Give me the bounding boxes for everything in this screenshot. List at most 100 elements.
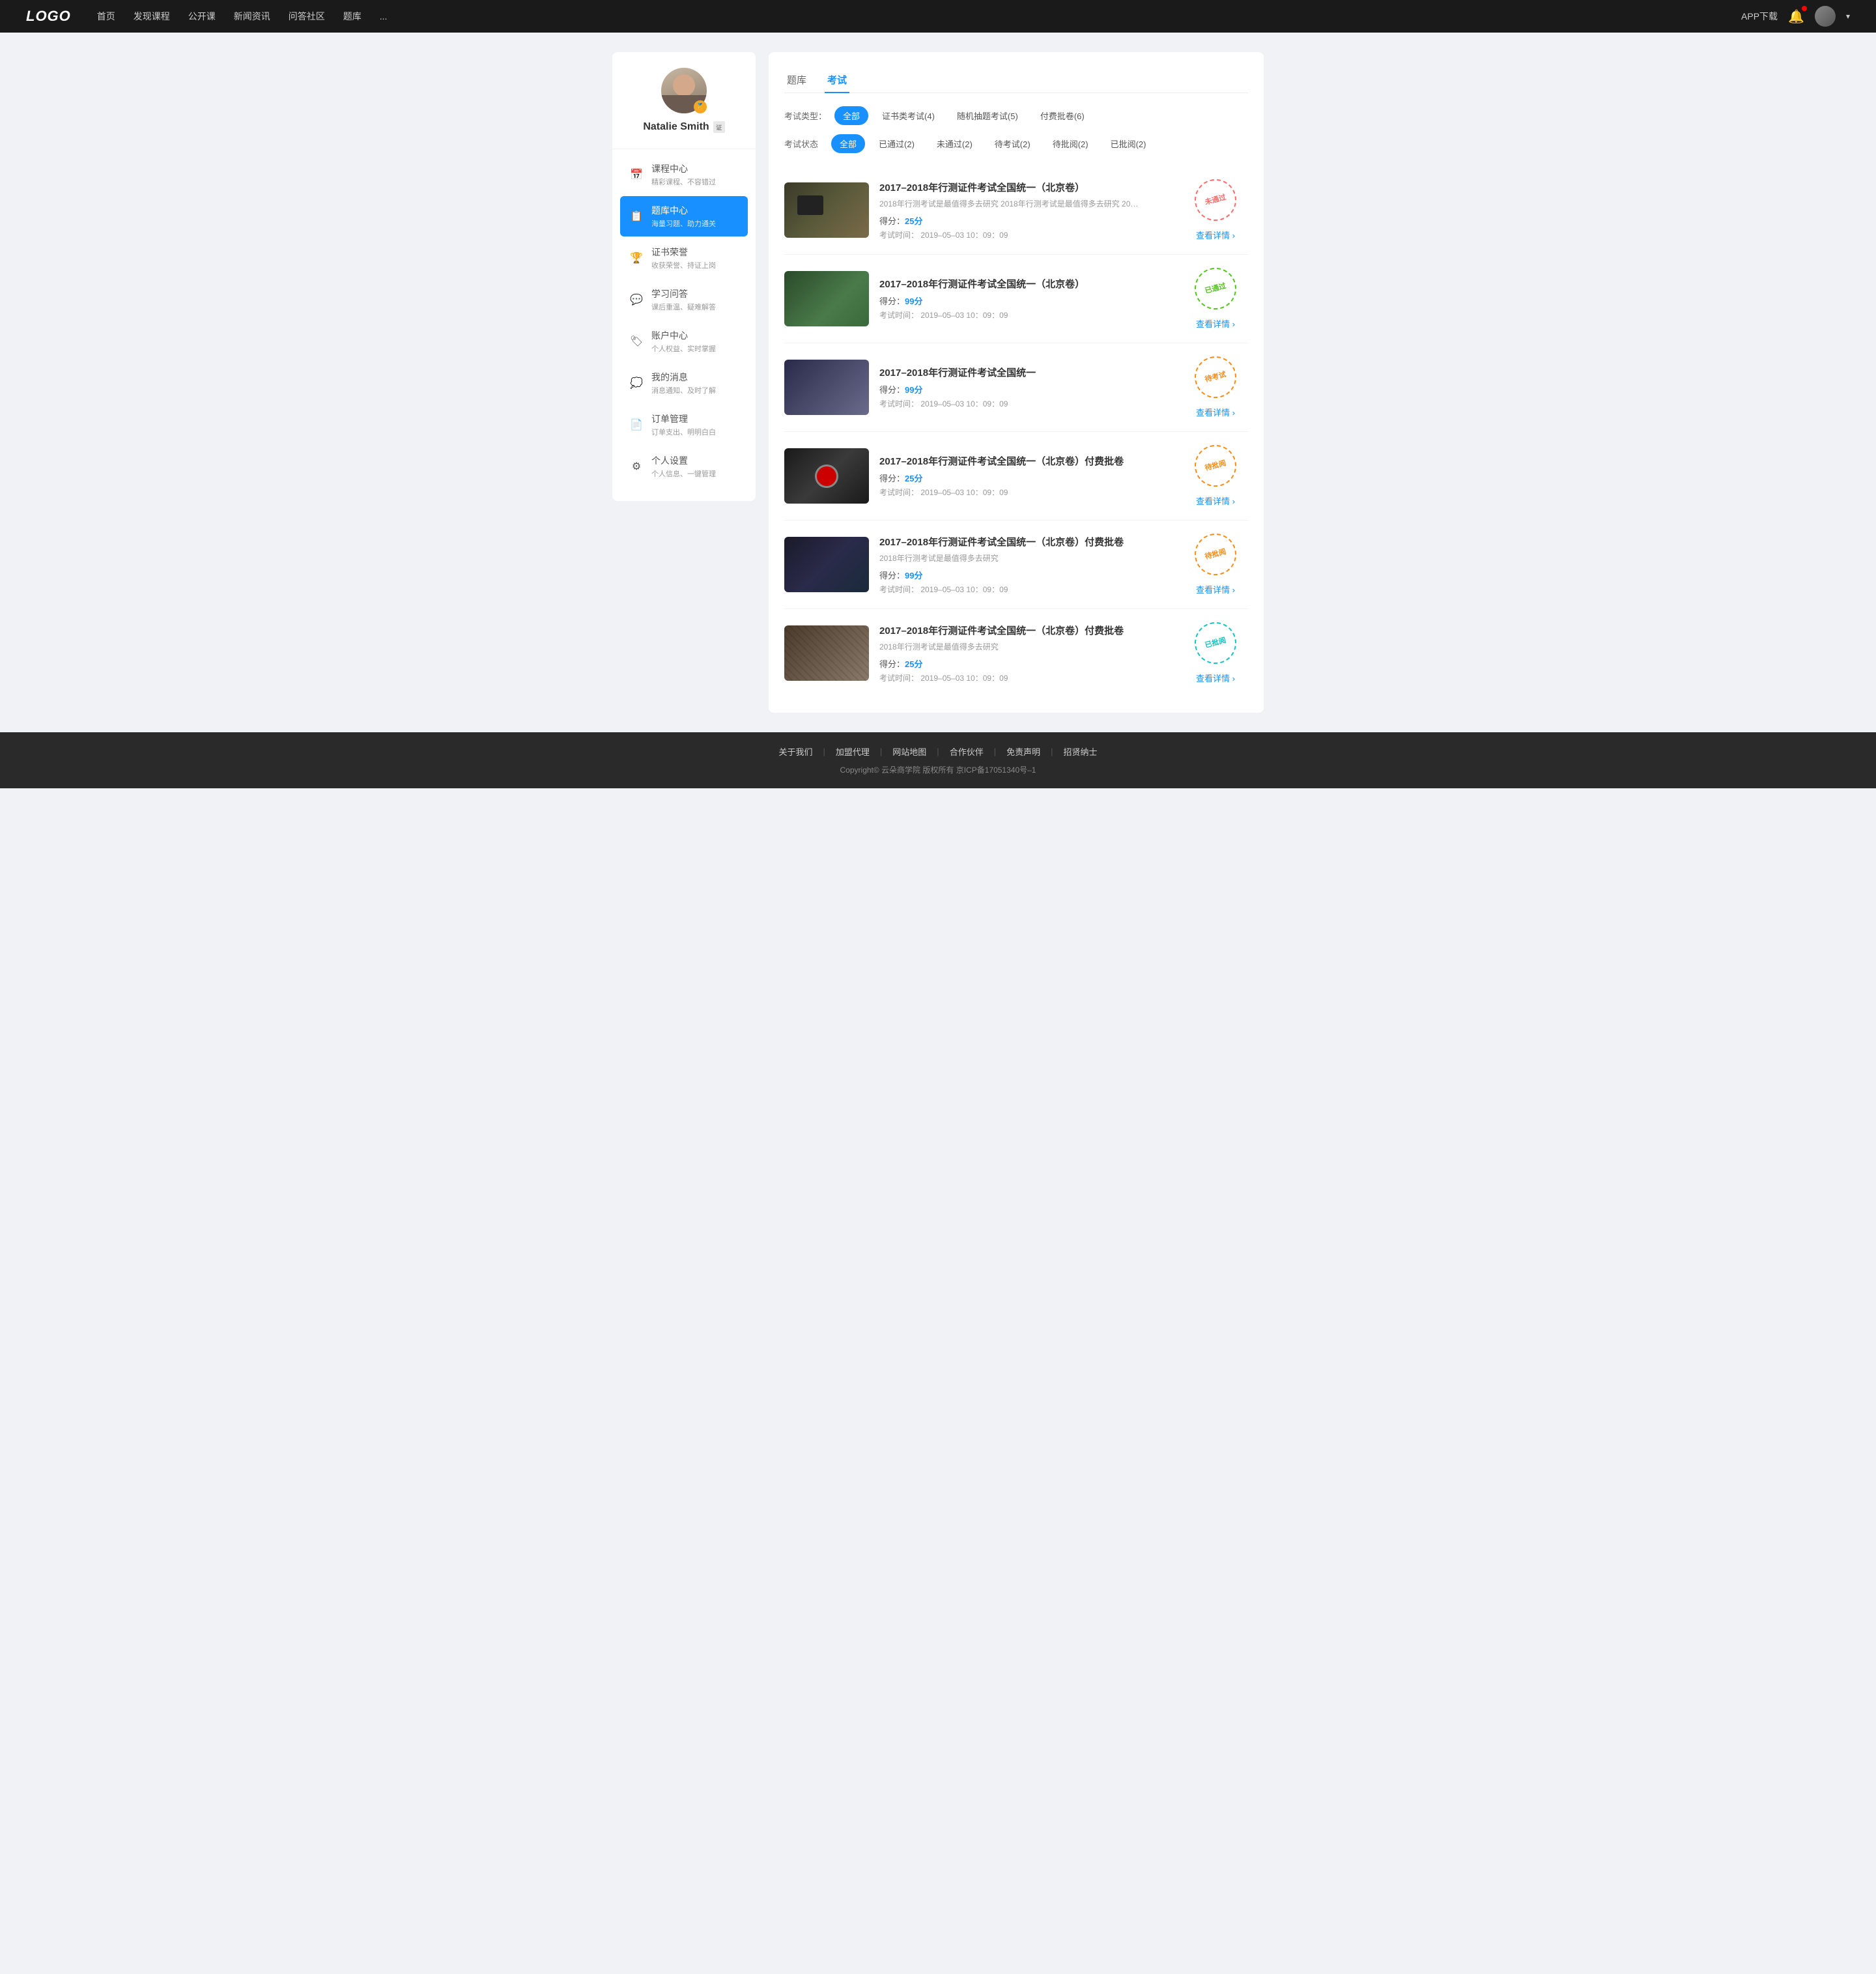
sidebar-item-account[interactable]: 🏷 账户中心 个人权益、实时掌握 <box>620 321 748 362</box>
sidebar-badge: 🏅 <box>694 100 707 113</box>
sidebar-icon-settings: ⚙ <box>629 459 644 474</box>
sidebar-item-messages[interactable]: 💭 我的消息 消息通知、及时了解 <box>620 363 748 403</box>
exam-detail-link-2[interactable]: 查看详情 › <box>1196 317 1235 330</box>
sidebar-title-course-center: 课程中心 <box>651 162 716 175</box>
nav-open-course[interactable]: 公开课 <box>188 10 216 23</box>
exam-info-5: 2017–2018年行测证件考试全国统一（北京卷）付费批卷 2018年行测考试是… <box>879 535 1172 595</box>
exam-title-1: 2017–2018年行测证件考试全国统一（北京卷） <box>879 180 1172 194</box>
exam-info-2: 2017–2018年行测证件考试全国统一（北京卷） 得分：99分 考试时间： 2… <box>879 277 1172 321</box>
sidebar-icon-orders: 📄 <box>629 418 644 432</box>
app-download-link[interactable]: APP下载 <box>1741 10 1778 23</box>
nav-news[interactable]: 新闻资讯 <box>234 10 270 23</box>
exam-item-4: 2017–2018年行测证件考试全国统一（北京卷）付费批卷 得分：25分 考试时… <box>784 432 1248 521</box>
exam-thumb-3 <box>784 360 869 415</box>
sidebar-item-qa[interactable]: 💬 学习问答 课后重温、疑难解答 <box>620 279 748 320</box>
filter-statuses: 全部已通过(2) 未通过(2) 待考试(2) 待批阅(2) 已批阅(2) <box>831 134 1154 153</box>
exam-time-3: 考试时间： 2019–05–03 10：09：09 <box>879 398 1172 409</box>
exam-time-5: 考试时间： 2019–05–03 10：09：09 <box>879 584 1172 595</box>
sidebar-title-settings: 个人设置 <box>651 454 716 467</box>
filter-type-row: 考试类型： 全部证书类考试(4) 随机抽题考试(5) 付费批卷(6) <box>784 106 1248 125</box>
nav-qa[interactable]: 问答社区 <box>289 10 325 23</box>
exam-title-3: 2017–2018年行测证件考试全国统一 <box>879 365 1172 379</box>
sidebar-item-exam-center[interactable]: 📋 题库中心 海量习题、助力通关 <box>620 196 748 236</box>
sidebar-title-account: 账户中心 <box>651 329 716 342</box>
sidebar-title-exam-center: 题库中心 <box>651 204 716 217</box>
exam-action-6: 已批阅 查看详情 › <box>1183 622 1248 684</box>
exam-thumb-1 <box>784 182 869 238</box>
sidebar-sub-orders: 订单支出、明明白白 <box>651 427 716 437</box>
footer-copyright: Copyright© 云朵商学院 版权所有 京ICP备17051340号–1 <box>26 764 1850 775</box>
logo[interactable]: LOGO <box>26 8 71 25</box>
nav-home[interactable]: 首页 <box>97 10 115 23</box>
notification-bell[interactable]: 🔔 <box>1788 8 1804 25</box>
content-tabs: 题库考试 <box>784 68 1248 93</box>
sidebar-item-course-center[interactable]: 📅 课程中心 精彩课程、不容错过 <box>620 154 748 195</box>
username-text: Natalie Smith <box>643 121 709 133</box>
exam-time-2: 考试时间： 2019–05–03 10：09：09 <box>879 309 1172 321</box>
footer: 关于我们|加盟代理|网站地图|合作伙伴|免责声明|招贤纳士 Copyright©… <box>0 732 1876 788</box>
footer-link-1[interactable]: 加盟代理 <box>825 745 880 758</box>
exam-detail-link-1[interactable]: 查看详情 › <box>1196 229 1235 241</box>
dropdown-arrow[interactable]: ▾ <box>1846 12 1850 21</box>
bell-icon: 🔔 <box>1788 10 1804 24</box>
sidebar-sub-qa: 课后重温、疑难解答 <box>651 302 716 312</box>
sidebar-item-orders[interactable]: 📄 订单管理 订单支出、明明白白 <box>620 405 748 445</box>
nav-more[interactable]: ... <box>380 11 388 21</box>
sidebar-icon-course-center: 📅 <box>629 167 644 182</box>
exam-action-3: 待考试 查看详情 › <box>1183 356 1248 418</box>
filter-type-证书类考试(4)[interactable]: 证书类考试(4) <box>874 106 943 125</box>
filter-status-全部[interactable]: 全部 <box>831 134 865 153</box>
exam-item-2: 2017–2018年行测证件考试全国统一（北京卷） 得分：99分 考试时间： 2… <box>784 255 1248 343</box>
filter-type-全部[interactable]: 全部 <box>834 106 868 125</box>
exam-thumb-2 <box>784 271 869 326</box>
avatar[interactable] <box>1815 6 1836 27</box>
exam-detail-link-4[interactable]: 查看详情 › <box>1196 494 1235 507</box>
nav-courses[interactable]: 发现课程 <box>134 10 170 23</box>
filter-status-已批阅(2)[interactable]: 已批阅(2) <box>1102 134 1155 153</box>
sidebar: 🏅 Natalie Smith 证 📅 课程中心 精彩课程、不容错过 📋 题库中… <box>612 52 756 501</box>
exam-score-5: 得分：99分 <box>879 569 1172 581</box>
notification-badge <box>1802 6 1807 11</box>
footer-link-0[interactable]: 关于我们 <box>768 745 823 758</box>
exam-time-1: 考试时间： 2019–05–03 10：09：09 <box>879 229 1172 240</box>
footer-link-5[interactable]: 招贤纳士 <box>1053 745 1108 758</box>
sidebar-item-settings[interactable]: ⚙ 个人设置 个人信息、一键管理 <box>620 446 748 487</box>
sidebar-icon-account: 🏷 <box>629 334 644 349</box>
exam-desc-1: 2018年行测考试是最值得多去研究 2018年行测考试是最值得多去研究 2018… <box>879 198 1140 209</box>
footer-link-2[interactable]: 网站地图 <box>882 745 937 758</box>
nav-exam[interactable]: 题库 <box>343 10 362 23</box>
avatar-wrap: 🏅 <box>661 68 707 113</box>
sidebar-username: Natalie Smith 证 <box>643 121 724 133</box>
sidebar-menu: 📅 课程中心 精彩课程、不容错过 📋 题库中心 海量习题、助力通关 🏆 证书荣誉… <box>612 154 756 487</box>
exam-info-1: 2017–2018年行测证件考试全国统一（北京卷） 2018年行测考试是最值得多… <box>879 180 1172 240</box>
exam-desc-5: 2018年行测考试是最值得多去研究 <box>879 552 1140 564</box>
filter-status-已通过(2)[interactable]: 已通过(2) <box>870 134 923 153</box>
exam-action-5: 待批阅 查看详情 › <box>1183 534 1248 595</box>
exam-status-stamp-2: 已通过 <box>1190 263 1241 314</box>
exam-action-1: 未通过 查看详情 › <box>1183 179 1248 241</box>
sidebar-item-cert-honor[interactable]: 🏆 证书荣誉 收获荣誉、持证上岗 <box>620 238 748 278</box>
exam-score-2: 得分：99分 <box>879 294 1172 307</box>
exam-status-stamp-4: 待批阅 <box>1190 440 1241 491</box>
sidebar-sub-exam-center: 海量习题、助力通关 <box>651 218 716 229</box>
exam-status-stamp-6: 已批阅 <box>1190 618 1241 668</box>
exam-info-3: 2017–2018年行测证件考试全国统一 得分：99分 考试时间： 2019–0… <box>879 365 1172 409</box>
footer-link-3[interactable]: 合作伙伴 <box>939 745 994 758</box>
exam-detail-link-3[interactable]: 查看详情 › <box>1196 406 1235 418</box>
filter-status-row: 考试状态 全部已通过(2)未通过(2)待考试(2)待批阅(2)已批阅(2) <box>784 134 1248 153</box>
filter-status-未通过(2)[interactable]: 未通过(2) <box>928 134 981 153</box>
tab-题库[interactable]: 题库 <box>784 68 809 93</box>
filter-status-待考试(2)[interactable]: 待考试(2) <box>986 134 1039 153</box>
filter-status-待批阅(2)[interactable]: 待批阅(2) <box>1044 134 1097 153</box>
filter-type-随机抽题考试(5)[interactable]: 随机抽题考试(5) <box>948 106 1027 125</box>
exam-status-stamp-1: 未通过 <box>1190 175 1241 225</box>
tab-考试[interactable]: 考试 <box>825 68 849 93</box>
exam-detail-link-5[interactable]: 查看详情 › <box>1196 583 1235 595</box>
filter-type-label: 考试类型： <box>784 109 827 122</box>
exam-detail-link-6[interactable]: 查看详情 › <box>1196 672 1235 684</box>
footer-link-4[interactable]: 免责声明 <box>996 745 1051 758</box>
exam-thumb-4 <box>784 448 869 504</box>
exam-score-4: 得分：25分 <box>879 472 1172 484</box>
filter-type-付费批卷(6)[interactable]: 付费批卷(6) <box>1032 106 1093 125</box>
sidebar-icon-cert-honor: 🏆 <box>629 251 644 265</box>
